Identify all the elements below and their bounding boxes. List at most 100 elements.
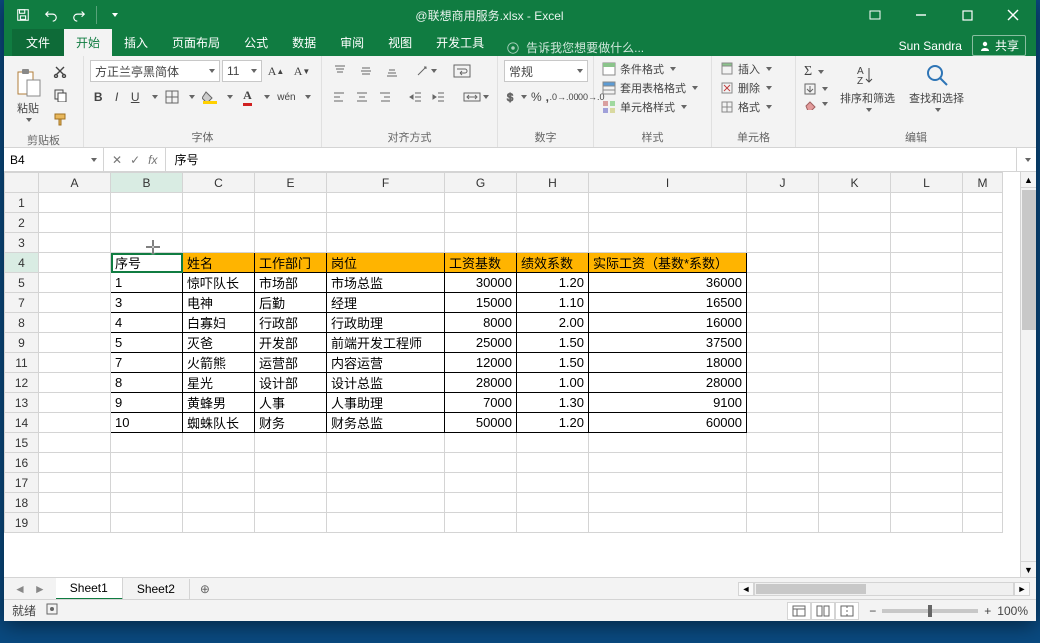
hscroll-left-icon[interactable]: ◄ [738, 582, 754, 596]
macro-record-icon[interactable] [46, 603, 58, 618]
cell-F4[interactable]: 岗位 [327, 253, 445, 273]
increase-decimal-icon[interactable]: .0→.00 [552, 86, 576, 108]
cell-C4[interactable]: 姓名 [183, 253, 255, 273]
cell-F5[interactable]: 市场总监 [327, 273, 445, 293]
cell-E14[interactable]: 财务 [255, 413, 327, 433]
cell-K11[interactable] [819, 353, 891, 373]
cell-M14[interactable] [963, 413, 1003, 433]
view-normal-icon[interactable] [787, 602, 811, 620]
cell-E17[interactable] [255, 473, 327, 493]
cell-A18[interactable] [39, 493, 111, 513]
tab-home[interactable]: 开始 [64, 29, 112, 56]
cell-K16[interactable] [819, 453, 891, 473]
row-header-16[interactable]: 16 [5, 453, 39, 473]
cell-B16[interactable] [111, 453, 183, 473]
cell-A16[interactable] [39, 453, 111, 473]
cell-G9[interactable]: 25000 [445, 333, 517, 353]
cell-F2[interactable] [327, 213, 445, 233]
zoom-slider[interactable] [882, 609, 978, 613]
orientation-icon[interactable] [414, 60, 438, 82]
cell-K15[interactable] [819, 433, 891, 453]
cell-M2[interactable] [963, 213, 1003, 233]
cell-I15[interactable] [589, 433, 747, 453]
cell-C7[interactable]: 电神 [183, 293, 255, 313]
cell-M12[interactable] [963, 373, 1003, 393]
cell-E13[interactable]: 人事 [255, 393, 327, 413]
cell-K19[interactable] [819, 513, 891, 533]
cell-I3[interactable] [589, 233, 747, 253]
copy-icon[interactable] [48, 84, 72, 106]
font-name-dropdown[interactable]: 方正兰亭黑简体 [90, 60, 220, 82]
cell-A14[interactable] [39, 413, 111, 433]
cell-C5[interactable]: 惊吓队长 [183, 273, 255, 293]
cell-H5[interactable]: 1.20 [517, 273, 589, 293]
col-header-L[interactable]: L [891, 173, 963, 193]
col-header-F[interactable]: F [327, 173, 445, 193]
cell-B2[interactable] [111, 213, 183, 233]
phonetic-more-icon[interactable] [299, 86, 315, 108]
accounting-format-icon[interactable]: $ [504, 86, 528, 108]
share-button[interactable]: 共享 [972, 35, 1026, 56]
cell-C8[interactable]: 白寡妇 [183, 313, 255, 333]
cell-K5[interactable] [819, 273, 891, 293]
cell-L12[interactable] [891, 373, 963, 393]
cell-C16[interactable] [183, 453, 255, 473]
cell-M18[interactable] [963, 493, 1003, 513]
close-button[interactable] [990, 0, 1036, 30]
cell-L8[interactable] [891, 313, 963, 333]
tab-insert[interactable]: 插入 [112, 29, 160, 56]
user-name[interactable]: Sun Sandra [899, 39, 962, 53]
cell-H16[interactable] [517, 453, 589, 473]
cell-H12[interactable]: 1.00 [517, 373, 589, 393]
cell-K1[interactable] [819, 193, 891, 213]
cell-J5[interactable] [747, 273, 819, 293]
cell-I19[interactable] [589, 513, 747, 533]
align-top-icon[interactable] [328, 60, 352, 82]
increase-indent-icon[interactable] [429, 86, 450, 108]
cell-L18[interactable] [891, 493, 963, 513]
underline-more-icon[interactable] [145, 86, 161, 108]
cell-L16[interactable] [891, 453, 963, 473]
cell-K7[interactable] [819, 293, 891, 313]
cell-A8[interactable] [39, 313, 111, 333]
merge-center-icon[interactable] [461, 86, 491, 108]
cell-I2[interactable] [589, 213, 747, 233]
sort-filter-button[interactable]: AZ 排序和筛选 [836, 60, 899, 114]
cell-E4[interactable]: 工作部门 [255, 253, 327, 273]
cell-A11[interactable] [39, 353, 111, 373]
cell-F8[interactable]: 行政助理 [327, 313, 445, 333]
cell-H9[interactable]: 1.50 [517, 333, 589, 353]
wrap-text-icon[interactable] [450, 60, 474, 82]
cell-M17[interactable] [963, 473, 1003, 493]
cell-I13[interactable]: 9100 [589, 393, 747, 413]
col-header-H[interactable]: H [517, 173, 589, 193]
cell-L14[interactable] [891, 413, 963, 433]
cell-J3[interactable] [747, 233, 819, 253]
cell-C9[interactable]: 灭爸 [183, 333, 255, 353]
cell-G13[interactable]: 7000 [445, 393, 517, 413]
cut-icon[interactable] [48, 60, 72, 82]
decrease-font-icon[interactable]: A▼ [290, 60, 314, 82]
cell-J2[interactable] [747, 213, 819, 233]
vertical-scrollbar[interactable]: ▲▼ [1020, 172, 1036, 577]
cell-L19[interactable] [891, 513, 963, 533]
tab-nav-last-icon[interactable]: ► [30, 580, 50, 598]
col-header-B[interactable]: B [111, 173, 183, 193]
fill-more-icon[interactable] [221, 86, 237, 108]
cell-L4[interactable] [891, 253, 963, 273]
cell-A17[interactable] [39, 473, 111, 493]
align-center-icon[interactable] [351, 86, 372, 108]
cell-I8[interactable]: 16000 [589, 313, 747, 333]
cell-A2[interactable] [39, 213, 111, 233]
cell-A7[interactable] [39, 293, 111, 313]
cell-G19[interactable] [445, 513, 517, 533]
cell-L5[interactable] [891, 273, 963, 293]
cell-J13[interactable] [747, 393, 819, 413]
col-header-I[interactable]: I [589, 173, 747, 193]
number-format-dropdown[interactable]: 常规 [504, 60, 588, 82]
cell-A5[interactable] [39, 273, 111, 293]
fill-color-icon[interactable] [201, 86, 219, 108]
cell-A9[interactable] [39, 333, 111, 353]
cell-E11[interactable]: 运营部 [255, 353, 327, 373]
cell-B4[interactable]: 序号 [111, 253, 183, 273]
